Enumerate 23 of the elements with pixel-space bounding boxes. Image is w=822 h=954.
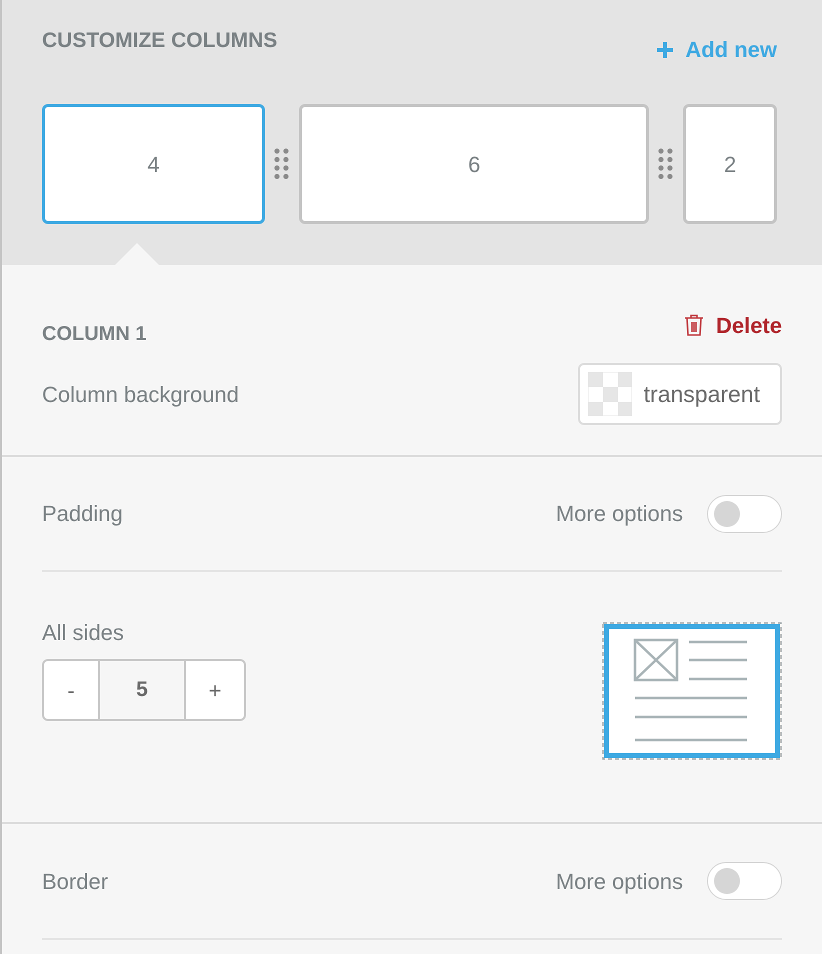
increment-button[interactable]: + (186, 661, 244, 719)
plus-icon (655, 40, 676, 60)
more-options-label: More options (556, 868, 683, 896)
toggle-switch[interactable] (707, 494, 782, 532)
background-label: Column background (42, 380, 239, 409)
color-picker[interactable]: transparent (578, 363, 782, 425)
drag-handle-icon[interactable] (657, 147, 676, 181)
all-sides-label: All sides (42, 619, 125, 647)
column-block[interactable]: 6 (298, 104, 650, 224)
section-title: CUSTOMIZE COLUMNS (42, 28, 278, 54)
decrement-button[interactable]: - (44, 661, 98, 719)
padding-label: Padding (42, 500, 123, 528)
more-options-label: More options (556, 500, 683, 528)
stepper-value[interactable]: 5 (98, 661, 186, 719)
column-block[interactable]: 4 (42, 104, 266, 224)
drag-handle-icon[interactable] (273, 147, 291, 181)
border-label: Border (42, 868, 108, 896)
column-title: COLUMN 1 (42, 322, 146, 347)
delete-button[interactable]: Delete (684, 308, 782, 342)
toggle-switch[interactable] (707, 862, 782, 900)
trash-icon (684, 314, 704, 336)
column-block[interactable]: 2 (683, 104, 777, 224)
transparency-swatch-icon (588, 372, 632, 416)
